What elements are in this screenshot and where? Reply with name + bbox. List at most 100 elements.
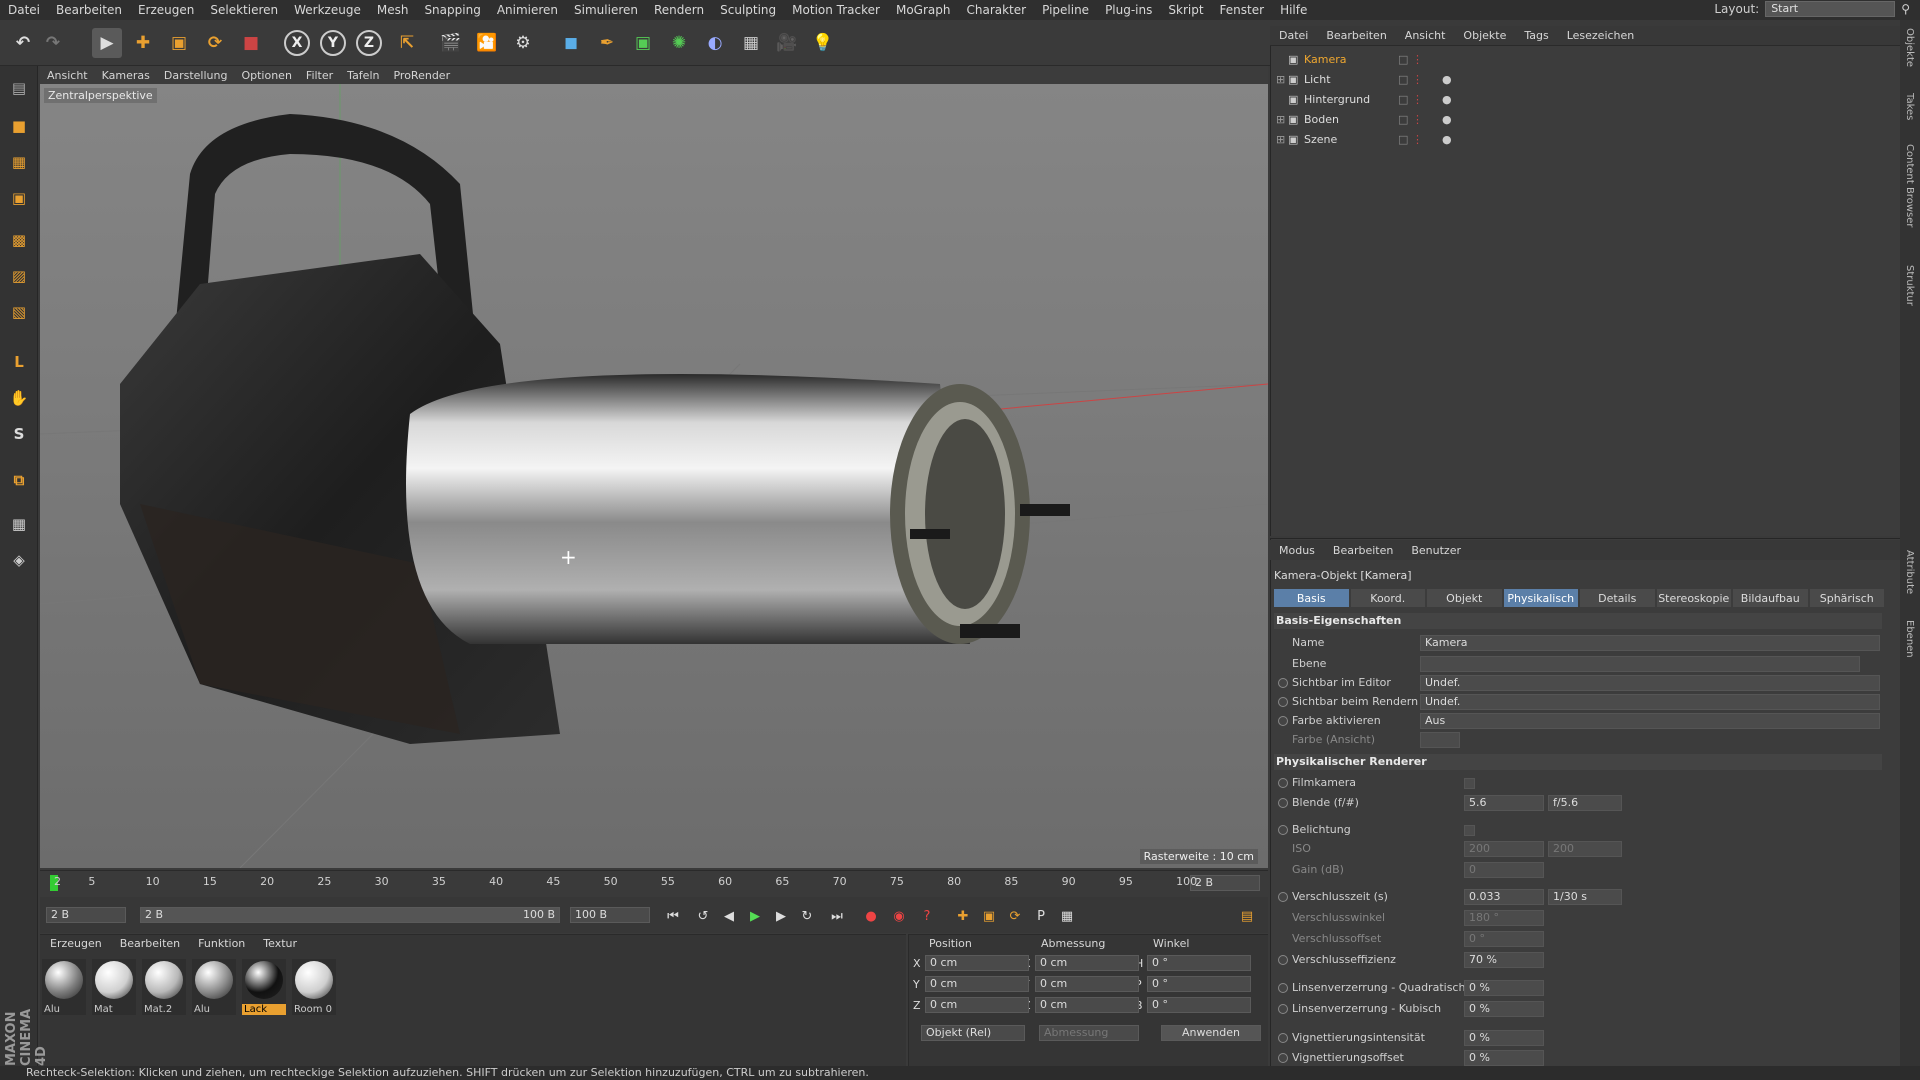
material-item[interactable]: Mat bbox=[92, 959, 136, 1015]
menu-hilfe[interactable]: Hilfe bbox=[1272, 3, 1315, 17]
tweak-mode-icon[interactable]: ✋ bbox=[5, 384, 33, 412]
spline-pen-icon[interactable]: ✒ bbox=[592, 28, 622, 58]
coord-size-field[interactable]: 0 cm bbox=[1035, 976, 1139, 992]
expand-icon[interactable]: ⊞ bbox=[1276, 73, 1288, 86]
object-menu-tags[interactable]: Tags bbox=[1515, 29, 1557, 42]
tab-physikalisch[interactable]: Physikalisch bbox=[1503, 589, 1578, 607]
menu-bearbeiten[interactable]: Bearbeiten bbox=[48, 3, 130, 17]
menu-animieren[interactable]: Animieren bbox=[489, 3, 566, 17]
viewport-menu-kameras[interactable]: Kameras bbox=[95, 69, 157, 82]
object-menu-lesezeichen[interactable]: Lesezeichen bbox=[1558, 29, 1644, 42]
autokey-icon[interactable]: ◉ bbox=[888, 905, 910, 927]
edges-mode-icon[interactable]: ▨ bbox=[5, 262, 33, 290]
select-tool-icon[interactable]: ▶ bbox=[92, 28, 122, 58]
keyframe-radio[interactable] bbox=[1278, 678, 1288, 688]
next-key-icon[interactable]: ↻ bbox=[796, 905, 818, 927]
viewport-menu-tafeln[interactable]: Tafeln bbox=[340, 69, 386, 82]
film-camera-checkbox[interactable] bbox=[1464, 778, 1475, 789]
tab-koord-[interactable]: Koord. bbox=[1350, 589, 1425, 607]
side-tab-content-browser[interactable]: Content Browser bbox=[1904, 144, 1915, 227]
viewport-menu-ansicht[interactable]: Ansicht bbox=[40, 69, 95, 82]
side-tab-objekte[interactable]: Objekte bbox=[1904, 28, 1915, 67]
coord-position-field[interactable]: 0 cm bbox=[925, 976, 1029, 992]
iso-field[interactable]: 200 bbox=[1464, 841, 1544, 857]
coord-size-mode-dropdown[interactable]: Abmessung bbox=[1039, 1025, 1139, 1041]
viewport-menu-optionen[interactable]: Optionen bbox=[234, 69, 298, 82]
shutter-preset-dropdown[interactable]: 1/30 s bbox=[1548, 889, 1622, 905]
render-view-icon[interactable]: 🎬 bbox=[436, 28, 466, 58]
rotate-tool-icon[interactable]: ⟳ bbox=[200, 28, 230, 58]
deformer-icon[interactable]: ◐ bbox=[700, 28, 730, 58]
menu-simulieren[interactable]: Simulieren bbox=[566, 3, 646, 17]
keyframe-radio[interactable] bbox=[1278, 716, 1288, 726]
coord-angle-field[interactable]: 0 ° bbox=[1147, 997, 1251, 1013]
menu-skript[interactable]: Skript bbox=[1160, 3, 1211, 17]
material-menu-textur[interactable]: Textur bbox=[263, 937, 297, 950]
iso-preset-dropdown[interactable]: 200 bbox=[1548, 841, 1622, 857]
tab-sphärisch[interactable]: Sphärisch bbox=[1809, 589, 1884, 607]
menu-erzeugen[interactable]: Erzeugen bbox=[130, 3, 202, 17]
play-icon[interactable]: ▶ bbox=[744, 905, 766, 927]
coord-position-field[interactable]: 0 cm bbox=[925, 955, 1029, 971]
key-position-icon[interactable]: ✚ bbox=[952, 905, 974, 927]
visible-render-dropdown[interactable]: Undef. bbox=[1420, 694, 1880, 710]
menu-mesh[interactable]: Mesh bbox=[369, 3, 417, 17]
vignetting-offset-field[interactable]: 0 % bbox=[1464, 1050, 1544, 1066]
tab-objekt[interactable]: Objekt bbox=[1427, 589, 1502, 607]
menu-datei[interactable]: Datei bbox=[0, 3, 48, 17]
side-tab-struktur[interactable]: Struktur bbox=[1904, 265, 1915, 306]
name-field[interactable]: Kamera bbox=[1420, 635, 1880, 651]
fstop-preset-dropdown[interactable]: f/5.6 bbox=[1548, 795, 1622, 811]
viewport-menu-darstellung[interactable]: Darstellung bbox=[157, 69, 235, 82]
object-row-hintergrund[interactable]: ▣ Hintergrund □ ⋮ ● bbox=[1276, 90, 1896, 109]
magnet-icon[interactable]: ⧉ bbox=[5, 466, 33, 494]
menu-rendern[interactable]: Rendern bbox=[646, 3, 712, 17]
object-menu-bearbeiten[interactable]: Bearbeiten bbox=[1317, 29, 1395, 42]
vignetting-intensity-field[interactable]: 0 % bbox=[1464, 1030, 1544, 1046]
fstop-field[interactable]: 5.6 bbox=[1464, 795, 1544, 811]
cloner-icon[interactable]: ✺ bbox=[664, 28, 694, 58]
material-menu-funktion[interactable]: Funktion bbox=[198, 937, 245, 950]
side-tab-ebenen[interactable]: Ebenen bbox=[1904, 620, 1915, 658]
points-mode-icon[interactable]: ▩ bbox=[5, 226, 33, 254]
viewport-menu-prorender[interactable]: ProRender bbox=[386, 69, 457, 82]
make-editable-icon[interactable]: ▤ bbox=[5, 74, 33, 102]
material-menu-bearbeiten[interactable]: Bearbeiten bbox=[120, 937, 180, 950]
material-menu-erzeugen[interactable]: Erzeugen bbox=[50, 937, 102, 950]
shutter-field[interactable]: 0.033 bbox=[1464, 889, 1544, 905]
keyframe-radio[interactable] bbox=[1278, 1053, 1288, 1063]
attribute-menu-bearbeiten[interactable]: Bearbeiten bbox=[1324, 544, 1402, 557]
coord-mode-dropdown[interactable]: Objekt (Rel) bbox=[921, 1025, 1025, 1041]
menu-sculpting[interactable]: Sculpting bbox=[712, 3, 784, 17]
material-item[interactable]: Mat.2 bbox=[142, 959, 186, 1015]
next-frame-icon[interactable]: ▶ bbox=[770, 905, 792, 927]
keyframe-radio[interactable] bbox=[1278, 955, 1288, 965]
axis-mode-icon[interactable]: L bbox=[5, 348, 33, 376]
snap-icon[interactable]: S bbox=[5, 420, 33, 448]
render-dot-icon[interactable]: ⋮ bbox=[1412, 73, 1442, 86]
tab-basis[interactable]: Basis bbox=[1274, 589, 1349, 607]
floor-icon[interactable]: ▦ bbox=[736, 28, 766, 58]
shutter-offset-field[interactable]: 0 ° bbox=[1464, 931, 1544, 947]
keyframe-radio[interactable] bbox=[1278, 798, 1288, 808]
render-picture-viewer-icon[interactable]: 🎦 bbox=[472, 28, 502, 58]
menu-werkzeuge[interactable]: Werkzeuge bbox=[286, 3, 369, 17]
render-settings-icon[interactable]: ⚙ bbox=[508, 28, 538, 58]
go-to-end-icon[interactable]: ⏭ bbox=[826, 905, 848, 927]
coordinate-system-icon[interactable]: ⇱ bbox=[392, 28, 422, 58]
end-frame-field[interactable]: 100 B bbox=[570, 907, 650, 923]
object-menu-datei[interactable]: Datei bbox=[1270, 29, 1317, 42]
color-swatch[interactable] bbox=[1420, 732, 1460, 748]
material-item[interactable]: Room 0 bbox=[292, 959, 336, 1015]
model-mode-icon[interactable]: ■ bbox=[5, 112, 33, 140]
menu-pipeline[interactable]: Pipeline bbox=[1034, 3, 1097, 17]
grid-lock-icon[interactable]: ▦ bbox=[5, 510, 33, 538]
keyframe-radio[interactable] bbox=[1278, 892, 1288, 902]
undo-icon[interactable]: ↶ bbox=[8, 28, 38, 58]
menu-snapping[interactable]: Snapping bbox=[416, 3, 488, 17]
key-parameter-icon[interactable]: P bbox=[1030, 905, 1052, 927]
visible-editor-dropdown[interactable]: Undef. bbox=[1420, 675, 1880, 691]
apply-button[interactable]: Anwenden bbox=[1161, 1025, 1261, 1041]
key-pla-icon[interactable]: ▦ bbox=[1056, 905, 1078, 927]
exposure-checkbox[interactable] bbox=[1464, 825, 1475, 836]
